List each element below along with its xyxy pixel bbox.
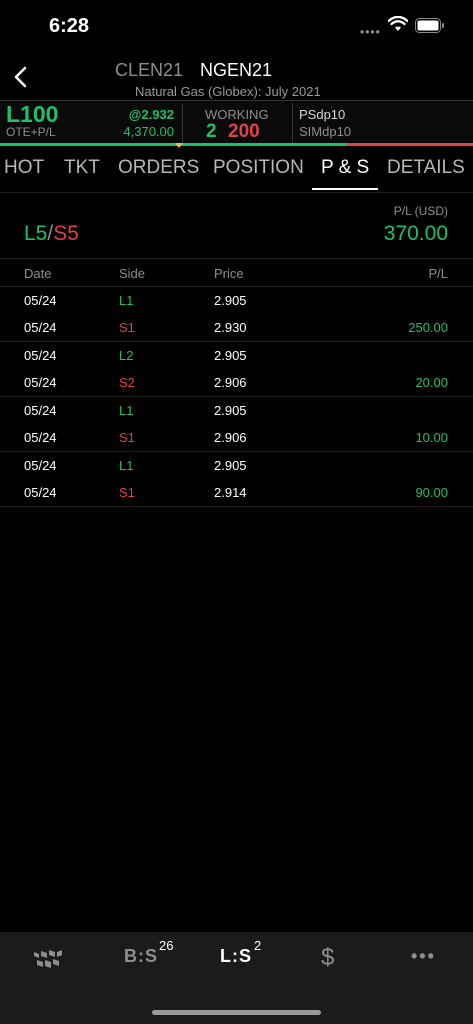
market-icon[interactable] bbox=[33, 948, 63, 976]
cell-price: 2.905 bbox=[214, 403, 247, 418]
cell-side: L2 bbox=[119, 348, 134, 363]
buy-sell-tab[interactable]: B:S 26 bbox=[124, 938, 173, 974]
active-tab-indicator bbox=[312, 188, 378, 190]
cell-price: 2.906 bbox=[214, 375, 247, 390]
cell-pl: 20.00 bbox=[415, 375, 448, 390]
cell-side: S1 bbox=[119, 430, 135, 445]
tab-p-and-s[interactable]: P & S bbox=[321, 157, 369, 179]
account-sim: SIMdp10 bbox=[299, 124, 352, 139]
working-sell-count: 200 bbox=[228, 121, 260, 142]
contract-header: CLEN21 NGEN21 Natural Gas (Globex): July… bbox=[0, 54, 473, 100]
working-buy-count: 2 bbox=[206, 121, 217, 142]
back-arrow-icon[interactable] bbox=[10, 64, 34, 90]
tab-hot[interactable]: HOT bbox=[4, 157, 44, 179]
match-group[interactable]: 05/24 L2 2.905 05/24 S2 2.906 20.00 bbox=[0, 341, 473, 396]
more-icon[interactable]: ••• bbox=[411, 946, 436, 974]
cell-date: 05/24 bbox=[24, 458, 57, 473]
long-short-summary: L5/S5 bbox=[24, 222, 79, 245]
cell-date: 05/24 bbox=[24, 320, 57, 335]
divider bbox=[182, 103, 183, 143]
ps-table: Date Side Price P/L 05/24 L1 2.905 05/24… bbox=[0, 258, 473, 507]
divider bbox=[292, 103, 293, 143]
account-route: PSdp10 bbox=[299, 107, 346, 122]
ote-pl-value: 4,370.00 bbox=[123, 124, 174, 139]
ls-count-badge: 2 bbox=[254, 938, 262, 953]
header-side: Side bbox=[119, 266, 146, 281]
cell-side: S2 bbox=[119, 375, 135, 390]
table-row[interactable]: 05/24 L1 2.905 bbox=[0, 287, 473, 314]
cell-price: 2.905 bbox=[214, 348, 247, 363]
cell-price: 2.914 bbox=[214, 485, 247, 500]
header-date: Date bbox=[24, 266, 52, 281]
table-row[interactable]: 05/24 S2 2.906 20.00 bbox=[0, 369, 473, 396]
table-row[interactable]: 05/24 S1 2.914 90.00 bbox=[0, 479, 473, 506]
match-group[interactable]: 05/24 L1 2.905 05/24 S1 2.914 90.00 bbox=[0, 451, 473, 506]
ps-summary: L5/S5 P/L (USD) 370.00 bbox=[0, 200, 473, 260]
match-group[interactable]: 05/24 L1 2.905 05/24 S1 2.930 250.00 bbox=[0, 286, 473, 341]
table-row[interactable]: 05/24 L2 2.905 bbox=[0, 342, 473, 369]
table-row[interactable]: 05/24 L1 2.905 bbox=[0, 397, 473, 424]
tab-orders[interactable]: ORDERS bbox=[118, 157, 199, 179]
table-end-divider bbox=[0, 506, 473, 507]
cell-date: 05/24 bbox=[24, 293, 57, 308]
table-row[interactable]: 05/24 S1 2.906 10.00 bbox=[0, 424, 473, 451]
tab-bar: HOT TKT ORDERS POSITION P & S DETAILS bbox=[0, 146, 473, 193]
account-summary[interactable]: L100 OTE+P/L @2.932 4,370.00 WORKING 2 2… bbox=[0, 100, 473, 145]
short-count: S5 bbox=[53, 222, 79, 245]
table-row[interactable]: 05/24 S1 2.930 250.00 bbox=[0, 314, 473, 341]
pl-total: 370.00 bbox=[383, 222, 448, 245]
cell-side: L1 bbox=[119, 403, 134, 418]
header-pl: P/L bbox=[428, 266, 448, 281]
tab-tkt[interactable]: TKT bbox=[64, 157, 100, 179]
bs-label: B:S bbox=[124, 946, 158, 966]
last-price: @2.932 bbox=[128, 107, 174, 122]
cell-pl: 10.00 bbox=[415, 430, 448, 445]
cell-side: S1 bbox=[119, 485, 135, 500]
cell-price: 2.930 bbox=[214, 320, 247, 335]
contract-tab-ngen21[interactable]: NGEN21 bbox=[200, 60, 272, 81]
signal-dots-icon: •••• bbox=[360, 25, 381, 39]
table-header: Date Side Price P/L bbox=[0, 258, 473, 286]
cell-side: S1 bbox=[119, 320, 135, 335]
cell-date: 05/24 bbox=[24, 403, 57, 418]
contract-tab-clen21[interactable]: CLEN21 bbox=[115, 60, 183, 81]
home-indicator bbox=[152, 1010, 321, 1015]
bs-count-badge: 26 bbox=[159, 938, 174, 953]
position-label: OTE+P/L bbox=[6, 125, 56, 139]
tab-details[interactable]: DETAILS bbox=[387, 157, 465, 179]
status-time: 6:28 bbox=[49, 15, 90, 37]
match-group[interactable]: 05/24 L1 2.905 05/24 S1 2.906 10.00 bbox=[0, 396, 473, 451]
cell-date: 05/24 bbox=[24, 375, 57, 390]
cell-pl: 250.00 bbox=[408, 320, 448, 335]
cell-pl: 90.00 bbox=[415, 485, 448, 500]
table-row[interactable]: 05/24 L1 2.905 bbox=[0, 452, 473, 479]
position-size: L100 bbox=[6, 101, 59, 127]
status-bar: 6:28 •••• bbox=[0, 0, 473, 54]
contract-subtitle: Natural Gas (Globex): July 2021 bbox=[135, 84, 321, 99]
long-short-tab[interactable]: L:S 2 bbox=[220, 938, 261, 974]
bottom-nav: B:S 26 L:S 2 $ ••• bbox=[0, 932, 473, 1024]
tab-position[interactable]: POSITION bbox=[213, 157, 304, 179]
working-label: WORKING bbox=[205, 107, 269, 122]
header-price: Price bbox=[214, 266, 244, 281]
dollar-icon[interactable]: $ bbox=[321, 944, 335, 972]
cell-side: L1 bbox=[119, 293, 134, 308]
cell-side: L1 bbox=[119, 458, 134, 473]
cell-date: 05/24 bbox=[24, 348, 57, 363]
long-count: L5 bbox=[24, 222, 48, 245]
cell-price: 2.906 bbox=[214, 430, 247, 445]
battery-icon bbox=[415, 18, 445, 38]
cell-price: 2.905 bbox=[214, 458, 247, 473]
ls-label: L:S bbox=[220, 946, 252, 966]
wifi-icon bbox=[387, 15, 409, 37]
cell-price: 2.905 bbox=[214, 293, 247, 308]
pl-header: P/L (USD) bbox=[393, 204, 448, 218]
cell-date: 05/24 bbox=[24, 485, 57, 500]
cell-date: 05/24 bbox=[24, 430, 57, 445]
